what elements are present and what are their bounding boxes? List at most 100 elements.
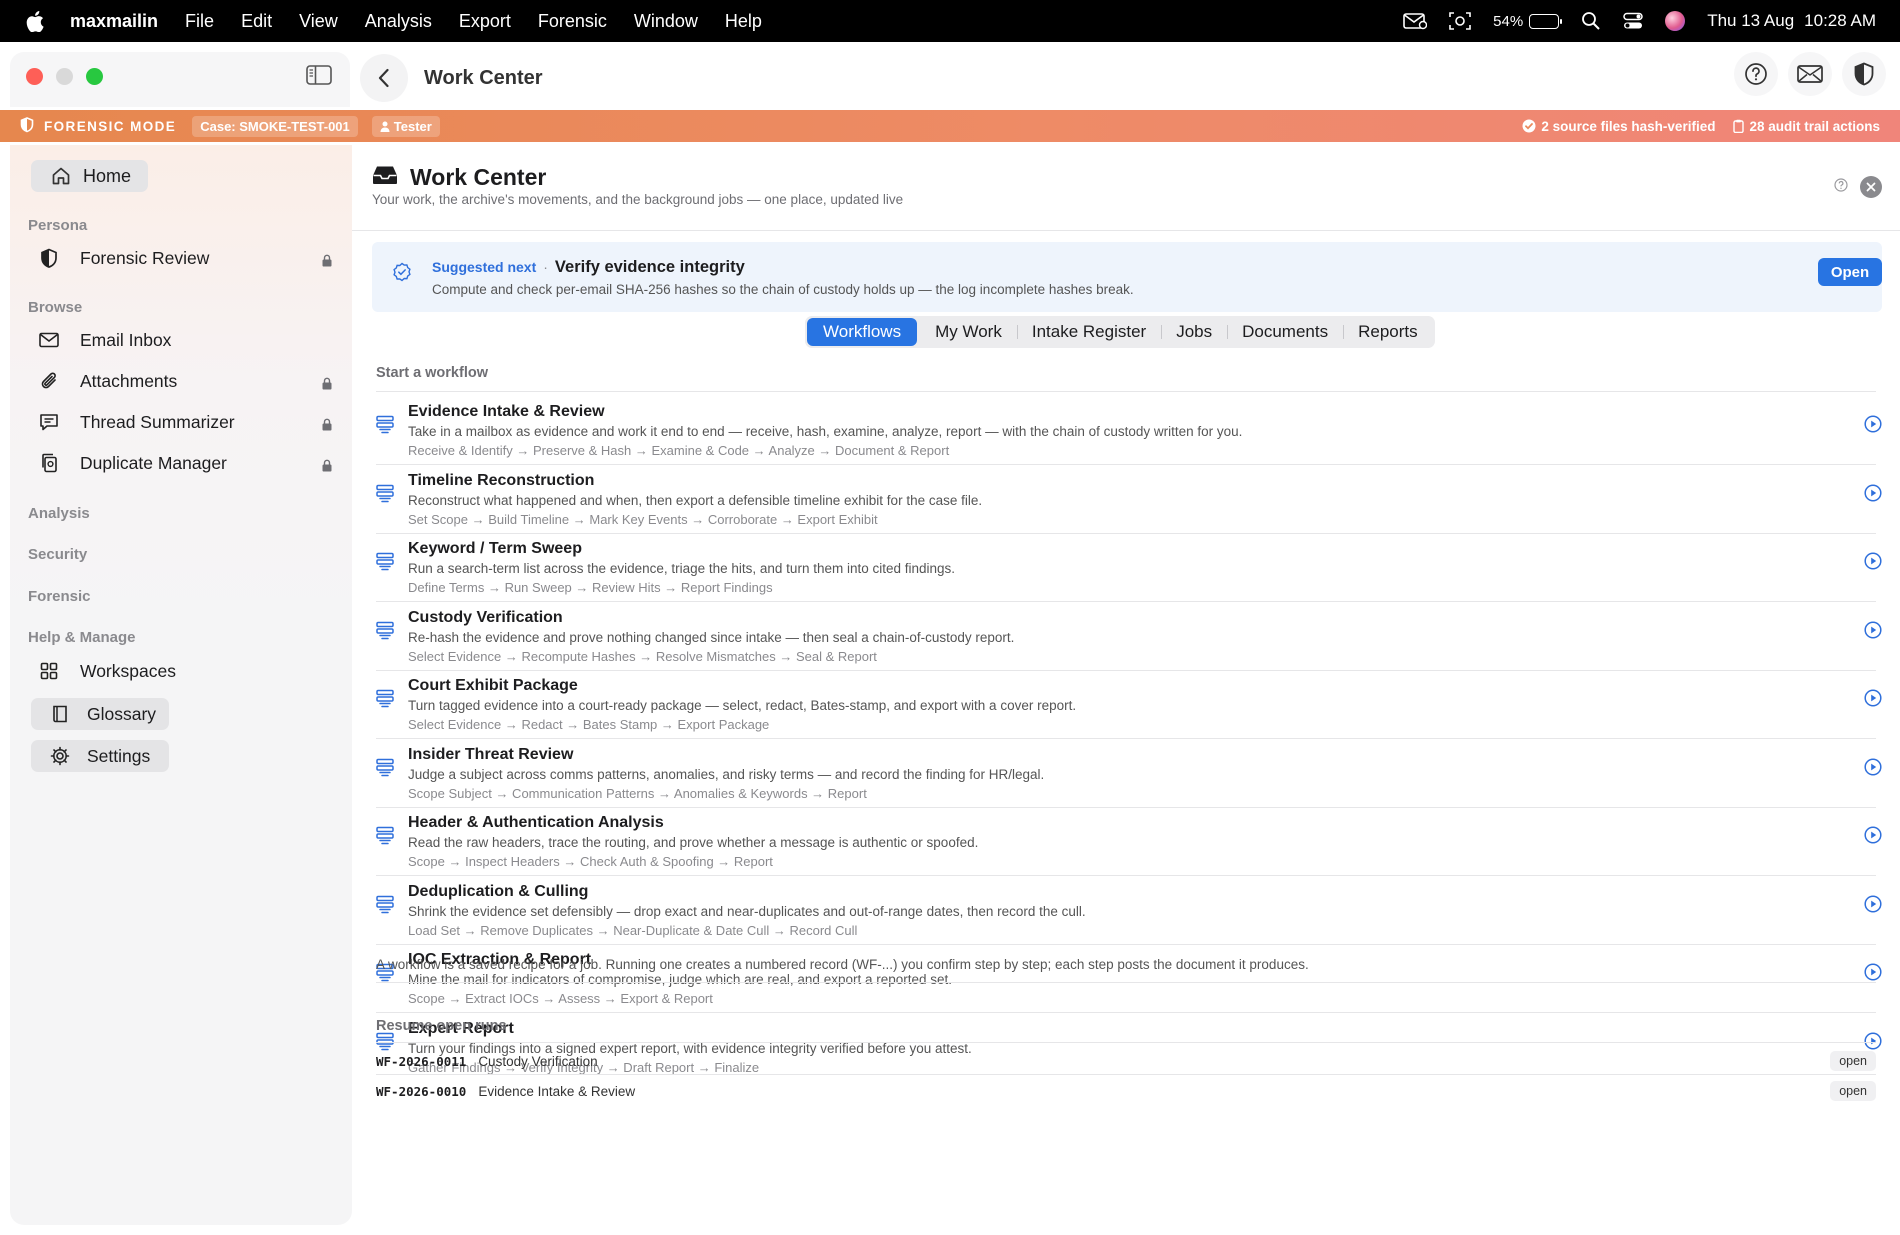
workflow-steps: Select Evidence → Redact → Bates Stamp →… <box>408 717 770 732</box>
workflow-description: Run a search-term list across the eviden… <box>408 561 956 576</box>
play-circle-icon[interactable] <box>1864 826 1882 849</box>
play-circle-icon[interactable] <box>1864 895 1882 918</box>
workflow-steps-icon <box>376 415 394 440</box>
sidebar-item-attachments[interactable]: Attachments <box>38 366 338 396</box>
hash-status[interactable]: 2 source files hash-verified <box>1522 119 1715 134</box>
menu-forensic[interactable]: Forensic <box>538 11 607 32</box>
section-help-manage: Help & Manage <box>28 629 136 646</box>
help-button[interactable] <box>1734 52 1778 96</box>
suggestion-description: Compute and check per-email SHA-256 hash… <box>432 282 1134 297</box>
minimize-window-button[interactable] <box>56 68 73 85</box>
siri-icon[interactable] <box>1665 11 1686 31</box>
workflow-name: Custody Verification <box>408 609 563 626</box>
workflow-steps: Receive & Identify → Preserve & Hash → E… <box>408 443 950 458</box>
back-button[interactable] <box>360 54 408 102</box>
forensic-mode-banner: FORENSIC MODE Case: SMOKE-TEST-001 Teste… <box>0 110 1900 142</box>
work-center-tabs: Workflows My Work Intake Register Jobs D… <box>805 316 1435 348</box>
workflow-description: Reconstruct what happened and when, then… <box>408 493 983 508</box>
apple-icon[interactable] <box>26 10 56 32</box>
menu-bar: maxmailin File Edit View Analysis Export… <box>0 0 1900 42</box>
menu-analysis[interactable]: Analysis <box>365 11 432 32</box>
screen-capture-icon[interactable] <box>1449 11 1471 31</box>
control-center-icon[interactable] <box>1623 12 1643 30</box>
tab-intake-register[interactable]: Intake Register <box>1016 318 1161 346</box>
close-panel-button[interactable] <box>1860 176 1882 198</box>
workflow-row[interactable]: Custody Verification Re-hash the evidence… <box>376 603 1882 671</box>
sidebar-item-glossary[interactable]: Glossary <box>31 698 169 730</box>
audit-status[interactable]: 28 audit trail actions <box>1733 119 1880 134</box>
play-circle-icon[interactable] <box>1864 621 1882 644</box>
workflow-steps: Set Scope → Build Timeline → Mark Key Ev… <box>408 512 878 527</box>
menu-clock[interactable]: Thu 13 Aug 10:28 AM <box>1707 11 1876 31</box>
mail-button[interactable] <box>1788 52 1832 96</box>
workflow-row[interactable]: Keyword / Term Sweep Run a search-term li… <box>376 534 1882 602</box>
shield-icon <box>1854 62 1874 86</box>
workflow-row[interactable]: Insider Threat Review Judge a subject acr… <box>376 740 1882 808</box>
menu-view[interactable]: View <box>299 11 338 32</box>
tab-reports[interactable]: Reports <box>1343 318 1433 346</box>
play-circle-icon[interactable] <box>1864 552 1882 575</box>
sidebar-toggle-icon[interactable] <box>306 64 334 88</box>
sidebar-item-workspaces[interactable]: Workspaces <box>38 656 338 686</box>
sidebar-item-label: Email Inbox <box>80 329 172 350</box>
zoom-window-button[interactable] <box>86 68 103 85</box>
workflow-row[interactable]: Header & Authentication Analysis Read the… <box>376 808 1882 876</box>
section-forensic[interactable]: Forensic <box>28 588 91 605</box>
workflow-row[interactable]: Evidence Intake & Review Take in a mailbo… <box>376 397 1882 465</box>
user-label: Tester <box>393 118 432 134</box>
open-run-row[interactable]: WF-2026-0011 Custody Verification open <box>376 1048 1876 1074</box>
sidebar-item-forensic-review[interactable]: Forensic Review <box>38 243 338 273</box>
app-name-menu[interactable]: maxmailin <box>70 11 158 32</box>
page-title: Work Center <box>410 164 547 190</box>
section-security[interactable]: Security <box>28 546 87 563</box>
sidebar-item-duplicate-manager[interactable]: Duplicate Manager <box>38 448 338 478</box>
battery-indicator[interactable]: 54% <box>1493 13 1563 30</box>
sidebar-item-label: Forensic Review <box>80 247 210 268</box>
section-analysis[interactable]: Analysis <box>28 505 90 522</box>
resume-runs-label: Resume open runs <box>376 1018 507 1034</box>
forensic-mode-label: FORENSIC MODE <box>44 118 177 134</box>
play-circle-icon[interactable] <box>1864 484 1882 507</box>
sidebar-item-email-inbox[interactable]: Email Inbox <box>38 325 338 355</box>
user-badge[interactable]: Tester <box>371 115 440 137</box>
workflow-description: Shrink the evidence set defensibly — dro… <box>408 904 1086 919</box>
workflow-description: Take in a mailbox as evidence and work i… <box>408 424 1243 439</box>
divider <box>376 1042 1876 1043</box>
paperclip-icon <box>38 370 60 392</box>
menu-export[interactable]: Export <box>459 11 511 32</box>
menu-help[interactable]: Help <box>725 11 762 32</box>
workflow-row[interactable]: Deduplication & Culling Shrink the eviden… <box>376 877 1882 945</box>
play-circle-icon[interactable] <box>1864 758 1882 781</box>
spotlight-search-icon[interactable] <box>1581 11 1601 31</box>
sidebar-item-settings[interactable]: Settings <box>31 740 169 772</box>
divider <box>376 464 1876 465</box>
workflow-name: Evidence Intake & Review <box>408 403 605 420</box>
tab-my-work[interactable]: My Work <box>920 318 1017 346</box>
menu-window[interactable]: Window <box>634 11 698 32</box>
forensic-shield-button[interactable] <box>1842 52 1886 96</box>
chat-icon <box>38 411 60 433</box>
workflow-description: Mine the mail for indicators of compromi… <box>408 972 953 987</box>
workflow-row[interactable]: Court Exhibit Package Turn tagged evidenc… <box>376 671 1882 739</box>
tab-documents[interactable]: Documents <box>1227 318 1343 346</box>
tab-jobs[interactable]: Jobs <box>1161 318 1227 346</box>
suggestion-open-button[interactable]: Open <box>1818 258 1882 286</box>
case-badge[interactable]: Case: SMOKE-TEST-001 <box>192 115 358 137</box>
page-subtitle: Your work, the archive's movements, and … <box>372 192 904 207</box>
tab-workflows[interactable]: Workflows <box>807 318 918 346</box>
workflow-steps-icon <box>376 484 394 509</box>
play-circle-icon[interactable] <box>1864 415 1882 438</box>
sidebar-item-thread-summarizer[interactable]: Thread Summarizer <box>38 407 338 437</box>
sidebar-item-home[interactable]: Home <box>31 160 148 192</box>
divider <box>352 230 1900 231</box>
menu-edit[interactable]: Edit <box>241 11 272 32</box>
workflow-row[interactable]: IOC Extraction & Report Mine the mail for… <box>376 945 1882 1013</box>
menu-file[interactable]: File <box>185 11 214 32</box>
open-run-row[interactable]: WF-2026-0010 Evidence Intake & Review op… <box>376 1078 1876 1104</box>
status-badge: open <box>1830 1051 1876 1071</box>
workflow-row[interactable]: Timeline Reconstruction Reconstruct what … <box>376 466 1882 534</box>
help-icon[interactable] <box>1834 178 1848 197</box>
play-circle-icon[interactable] <box>1864 689 1882 712</box>
close-window-button[interactable] <box>26 68 43 85</box>
mail-status-icon[interactable] <box>1403 12 1428 30</box>
